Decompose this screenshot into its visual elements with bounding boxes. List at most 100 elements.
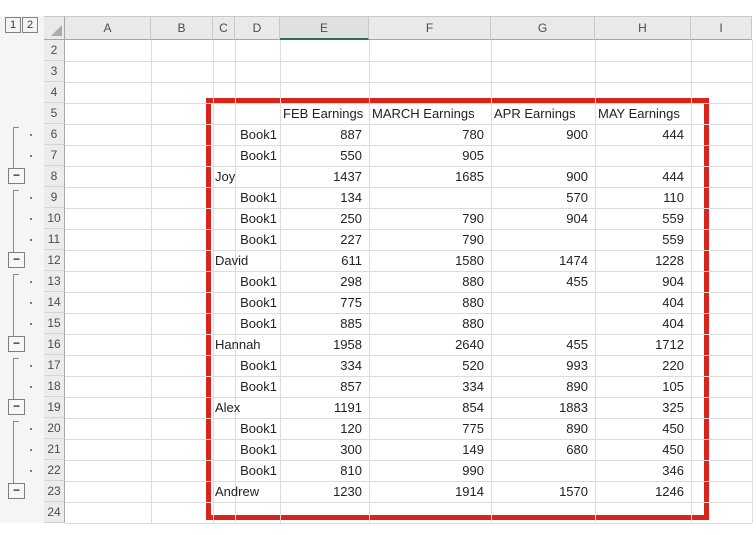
select-all-corner[interactable] [44,16,65,40]
cell-value-g19[interactable]: 1883 [491,397,588,418]
cell-value-f23[interactable]: 1914 [369,481,484,502]
cell-value-e19[interactable]: 1191 [280,397,362,418]
cell-value-g18[interactable]: 890 [491,376,588,397]
header-cell-f5[interactable]: MARCH Earnings [372,103,491,124]
row-header-11[interactable]: 11 [44,229,65,250]
cell-value-f19[interactable]: 854 [369,397,484,418]
cell-book-d10[interactable]: Book1 [235,208,277,229]
row-header-5[interactable]: 5 [44,103,65,124]
cell-book-d14[interactable]: Book1 [235,292,277,313]
column-header-i[interactable]: I [691,16,752,40]
cell-value-e12[interactable]: 611 [280,250,362,271]
cell-book-d9[interactable]: Book1 [235,187,277,208]
cell-value-f11[interactable]: 790 [369,229,484,250]
column-header-e[interactable]: E [280,16,369,40]
cell-value-g9[interactable]: 570 [491,187,588,208]
cell-value-f20[interactable]: 775 [369,418,484,439]
cell-value-f13[interactable]: 880 [369,271,484,292]
cell-value-f6[interactable]: 780 [369,124,484,145]
cell-book-d11[interactable]: Book1 [235,229,277,250]
column-header-g[interactable]: G [491,16,595,40]
row-header-20[interactable]: 20 [44,418,65,439]
cell-value-g6[interactable]: 900 [491,124,588,145]
row-header-4[interactable]: 4 [44,82,65,103]
cell-value-f7[interactable]: 905 [369,145,484,166]
header-cell-e5[interactable]: FEB Earnings [283,103,369,124]
row-header-19[interactable]: 19 [44,397,65,418]
row-header-3[interactable]: 3 [44,61,65,82]
cell-value-f17[interactable]: 520 [369,355,484,376]
cell-value-e14[interactable]: 775 [280,292,362,313]
outline-level-2-button[interactable]: 2 [22,17,38,33]
collapse-minus-icon[interactable]: − [8,399,25,415]
cell-value-h20[interactable]: 450 [595,418,684,439]
cell-value-e15[interactable]: 885 [280,313,362,334]
cell-value-f14[interactable]: 880 [369,292,484,313]
cell-book-d21[interactable]: Book1 [235,439,277,460]
cell-value-g21[interactable]: 680 [491,439,588,460]
cell-value-h14[interactable]: 404 [595,292,684,313]
cell-value-h16[interactable]: 1712 [595,334,684,355]
cell-value-h9[interactable]: 110 [595,187,684,208]
cell-value-h19[interactable]: 325 [595,397,684,418]
column-header-f[interactable]: F [369,16,491,40]
cell-value-h17[interactable]: 220 [595,355,684,376]
row-header-2[interactable]: 2 [44,40,65,61]
cell-value-e23[interactable]: 1230 [280,481,362,502]
row-header-18[interactable]: 18 [44,376,65,397]
cell-value-f10[interactable]: 790 [369,208,484,229]
row-header-17[interactable]: 17 [44,355,65,376]
collapse-minus-icon[interactable]: − [8,336,25,352]
row-header-22[interactable]: 22 [44,460,65,481]
cell-value-e20[interactable]: 120 [280,418,362,439]
cell-value-f18[interactable]: 334 [369,376,484,397]
cell-value-h22[interactable]: 346 [595,460,684,481]
column-header-a[interactable]: A [65,16,151,40]
row-header-6[interactable]: 6 [44,124,65,145]
cell-value-e22[interactable]: 810 [280,460,362,481]
row-header-13[interactable]: 13 [44,271,65,292]
outline-level-1-button[interactable]: 1 [5,17,21,33]
row-header-15[interactable]: 15 [44,313,65,334]
cell-value-g12[interactable]: 1474 [491,250,588,271]
row-header-9[interactable]: 9 [44,187,65,208]
cell-value-g20[interactable]: 890 [491,418,588,439]
header-cell-g5[interactable]: APR Earnings [494,103,595,124]
cell-value-g13[interactable]: 455 [491,271,588,292]
cell-value-h23[interactable]: 1246 [595,481,684,502]
row-header-12[interactable]: 12 [44,250,65,271]
cell-value-e18[interactable]: 857 [280,376,362,397]
row-header-7[interactable]: 7 [44,145,65,166]
header-cell-h5[interactable]: MAY Earnings [598,103,691,124]
cell-value-g16[interactable]: 455 [491,334,588,355]
cell-value-e9[interactable]: 134 [280,187,362,208]
column-header-h[interactable]: H [595,16,691,40]
collapse-minus-icon[interactable]: − [8,483,25,499]
cell-book-d13[interactable]: Book1 [235,271,277,292]
collapse-minus-icon[interactable]: − [8,168,25,184]
cell-book-d15[interactable]: Book1 [235,313,277,334]
row-header-14[interactable]: 14 [44,292,65,313]
cell-value-e11[interactable]: 227 [280,229,362,250]
row-header-16[interactable]: 16 [44,334,65,355]
collapse-minus-icon[interactable]: − [8,252,25,268]
cell-value-e21[interactable]: 300 [280,439,362,460]
cell-value-h10[interactable]: 559 [595,208,684,229]
column-header-d[interactable]: D [235,16,280,40]
cell-value-h12[interactable]: 1228 [595,250,684,271]
cell-value-h6[interactable]: 444 [595,124,684,145]
cell-value-h21[interactable]: 450 [595,439,684,460]
row-header-8[interactable]: 8 [44,166,65,187]
cell-book-d22[interactable]: Book1 [235,460,277,481]
cell-value-g10[interactable]: 904 [491,208,588,229]
column-header-b[interactable]: B [151,16,213,40]
cell-value-f21[interactable]: 149 [369,439,484,460]
cell-value-h8[interactable]: 444 [595,166,684,187]
column-header-c[interactable]: C [213,16,235,40]
cell-value-e17[interactable]: 334 [280,355,362,376]
cell-book-d6[interactable]: Book1 [235,124,277,145]
cell-value-f22[interactable]: 990 [369,460,484,481]
cell-value-e13[interactable]: 298 [280,271,362,292]
row-header-24[interactable]: 24 [44,502,65,523]
cell-value-e7[interactable]: 550 [280,145,362,166]
